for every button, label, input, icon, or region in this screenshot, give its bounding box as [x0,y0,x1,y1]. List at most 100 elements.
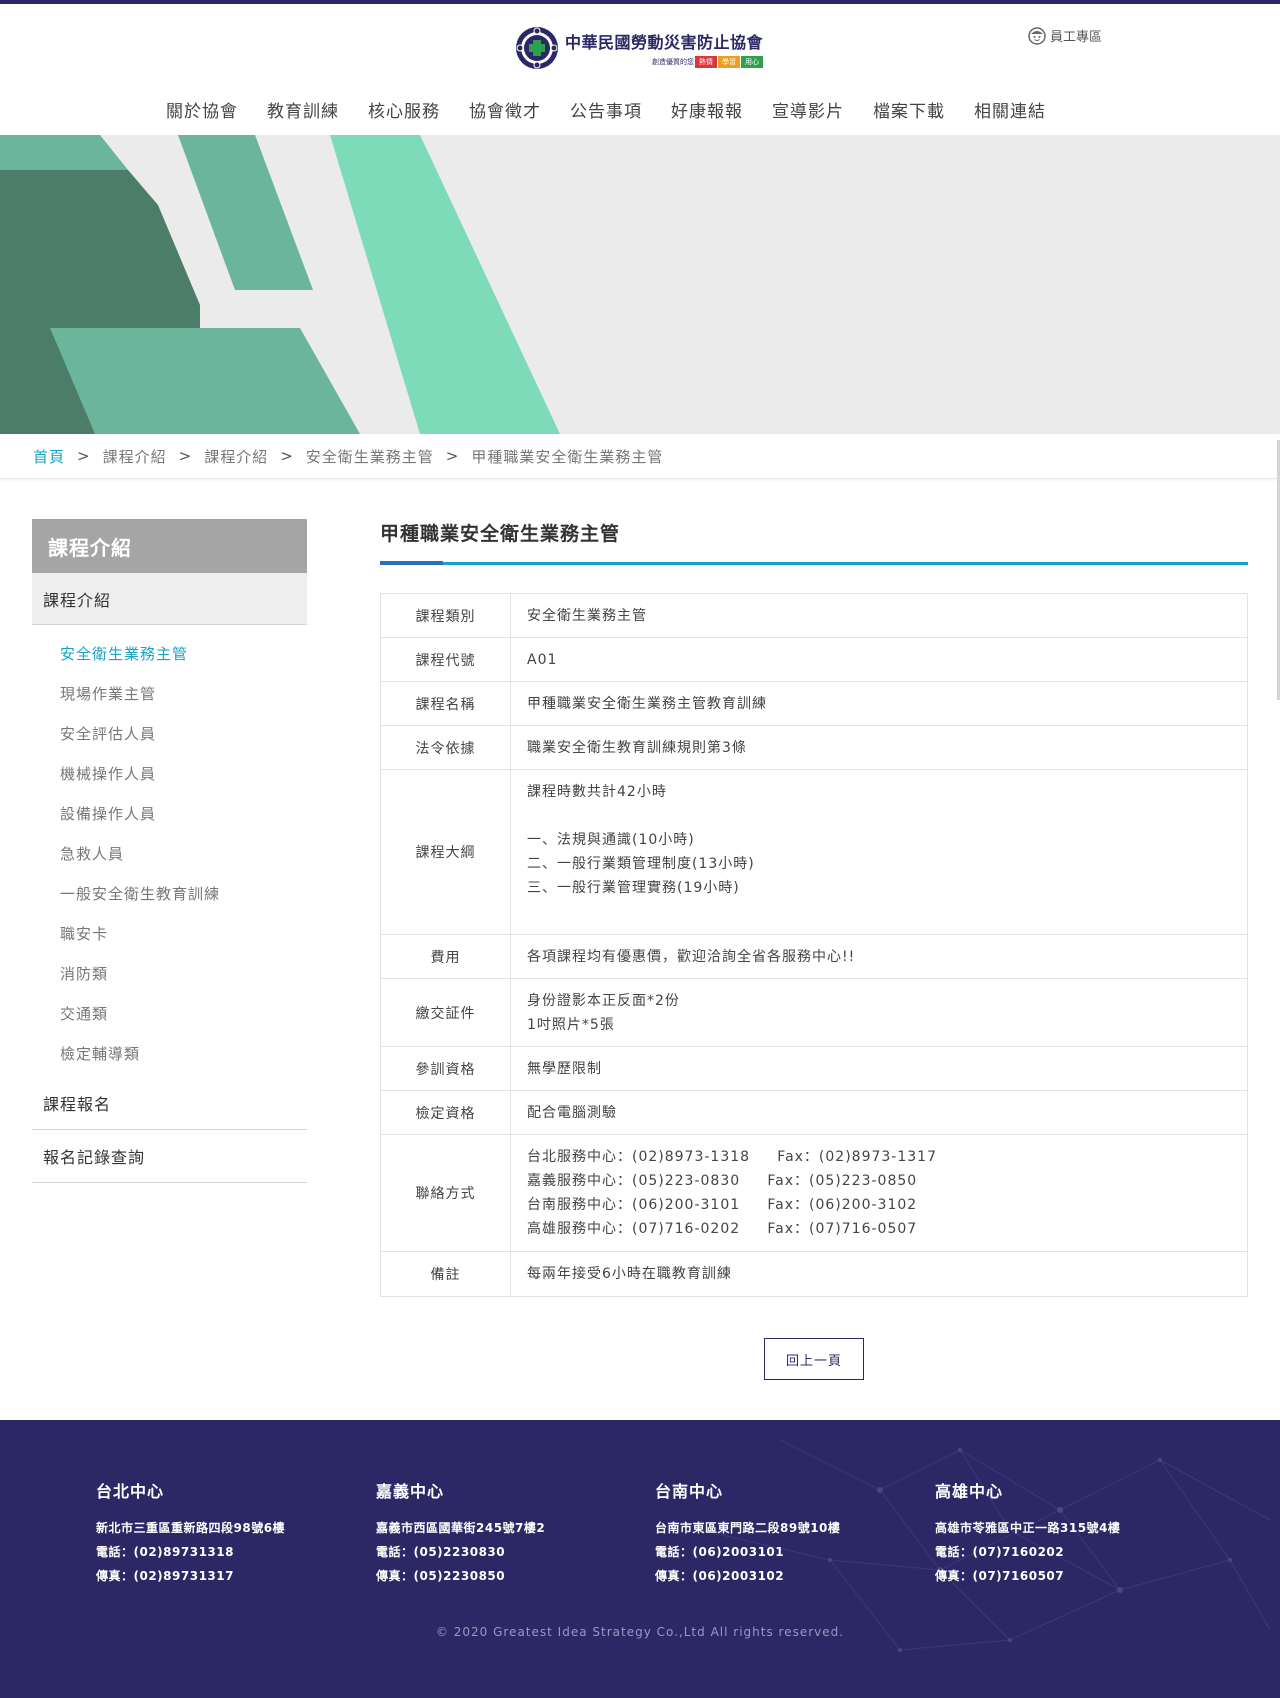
keyword-badge: 熱情 [695,55,718,68]
breadcrumb-current: 甲種職業安全衛生業務主管 [471,447,664,466]
tagline-text: 創造優質的您 [652,57,695,66]
info-value-line: 甲種職業安全衛生業務主管教育訓練 [527,695,767,712]
copyright: © 2020 Greatest Idea Strategy Co.,Ltd Al… [435,1625,845,1639]
sidebar-item-machine-operator[interactable]: 機械操作人員 [32,753,307,793]
sidebar-item-safety-manager[interactable]: 安全衛生業務主管 [32,633,307,673]
info-value-line: 二、一般行業類管理制度(13小時) [527,856,755,872]
center-address: 新北市三重區重新路四段98號6樓 [96,1521,286,1535]
info-row: 聯絡方式 台北服務中心：(02)8973-1318 Fax：(02)8973-13… [381,1135,1247,1252]
breadcrumb-separator: > [445,447,460,465]
breadcrumb: 首頁 > 課程介紹 > 課程介紹 > 安全衛生業務主管 > 甲種職業安全衛生業務… [0,434,1280,479]
site-logo[interactable]: 中華民國勞動災害防止協會 創造優質的您 熱情 學習 用心 [515,24,767,72]
info-row: 參訓資格 無學歷限制 [381,1047,1247,1091]
center-address: 嘉義市西區國華街245號7樓2 [376,1521,546,1535]
info-value-line: 無學歷限制 [527,1060,602,1077]
info-label: 聯絡方式 [381,1135,511,1251]
info-value-line: 1吋照片*5張 [527,1016,615,1033]
breadcrumb-item[interactable]: 課程介紹 [204,446,268,467]
center-fax: 傳真：(02)89731317 [96,1569,234,1583]
sidebar-link-registration[interactable]: 課程報名 [32,1077,307,1130]
nav-item-about[interactable]: 關於協會 [166,97,238,122]
center-phone: 電話：(06)2003101 [655,1545,785,1559]
keyword-badge: 學習 [718,55,741,68]
footer-center-taipei: 台北中心 新北市三重區重新路四段98號6樓 電話：(02)89731318 傳真… [96,1478,285,1588]
info-value-line: 課程時數共計42小時 [527,784,667,800]
sidebar-link-record-query[interactable]: 報名記錄查詢 [32,1130,307,1183]
sidebar-item-safety-assessor[interactable]: 安全評估人員 [32,713,307,753]
center-fax: 傳真：(05)2230850 [376,1569,506,1583]
sidebar-item-safety-card[interactable]: 職安卡 [32,913,307,953]
sidebar-submenu: 安全衛生業務主管 現場作業主管 安全評估人員 機械操作人員 設備操作人員 急救人… [32,625,307,1077]
info-value: 身份證影本正反面*2份 1吋照片*5張 [511,979,1247,1046]
breadcrumb-separator: > [77,447,91,465]
info-row: 費用 各項課程均有優惠價，歡迎洽詢全省各服務中心!! [381,935,1247,979]
info-value-line: 三、一般行業管理實務(19小時) [527,880,740,896]
sidebar-item-site-supervisor[interactable]: 現場作業主管 [32,673,307,713]
main-nav: 關於協會 教育訓練 核心服務 協會徵才 公告事項 好康報報 宣導影片 檔案下載 … [166,97,1075,122]
nav-item-training[interactable]: 教育訓練 [267,97,339,122]
center-name: 台北中心 [96,1482,165,1501]
info-row: 備註 每兩年接受6小時在職教育訓練 [381,1252,1247,1296]
org-name: 中華民國勞動災害防止協會 [565,32,764,52]
sidebar: 課程介紹 課程介紹 安全衛生業務主管 現場作業主管 安全評估人員 機械操作人員 … [32,519,307,1183]
info-label: 法令依據 [381,726,511,769]
sidebar-item-equipment-operator[interactable]: 設備操作人員 [32,793,307,833]
center-fax: 傳真：(06)2003102 [655,1569,785,1583]
nav-item-offers[interactable]: 好康報報 [671,97,743,122]
info-value: 配合電腦測驗 [511,1091,1247,1134]
sidebar-item-fire[interactable]: 消防類 [32,953,307,993]
nav-item-announcements[interactable]: 公告事項 [570,97,642,122]
sidebar-heading: 課程介紹 [32,519,307,573]
back-button[interactable]: 回上一頁 [764,1338,864,1380]
nav-item-careers[interactable]: 協會徵才 [469,97,541,122]
info-row: 法令依據 職業安全衛生教育訓練規則第3條 [381,726,1247,770]
info-value-line [527,804,1231,828]
nav-item-core-services[interactable]: 核心服務 [368,97,440,122]
page-banner [0,135,1280,434]
info-row: 課程代號 A01 [381,638,1247,682]
breadcrumb-item[interactable]: 安全衛生業務主管 [306,446,434,467]
info-value: A01 [511,638,1247,681]
footer-center-tainan: 台南中心 台南市東區東門路二段89號10樓 電話：(06)2003101 傳真：… [655,1478,840,1588]
course-info-table: 課程類別 安全衛生業務主管 課程代號 A01 課程名稱 甲種職業安全衛生業務主管教育訓練法… [380,593,1248,1297]
info-label: 費用 [381,935,511,978]
sidebar-item-certification[interactable]: 檢定輔導類 [32,1033,307,1073]
banner-graphic [0,135,560,434]
staff-area-label: 員工專區 [1050,30,1103,45]
sidebar-category[interactable]: 課程介紹 [32,573,307,625]
center-name: 高雄中心 [935,1482,1004,1501]
footer-center-chiayi: 嘉義中心 嘉義市西區國華街245號7樓2 電話：(05)2230830 傳真：(… [376,1478,545,1588]
info-row: 檢定資格 配合電腦測驗 [381,1091,1247,1135]
info-label: 課程大綱 [381,770,511,934]
nav-item-videos[interactable]: 宣導影片 [772,97,844,122]
sidebar-item-general-training[interactable]: 一般安全衛生教育訓練 [32,873,307,913]
info-value: 課程時數共計42小時 一、法規與通識(10小時) 二、一般行業類管理制度(13小時)… [511,770,1247,934]
breadcrumb-home[interactable]: 首頁 [33,446,65,467]
sidebar-item-first-aid[interactable]: 急救人員 [32,833,307,873]
site-header: 中華民國勞動災害防止協會 創造優質的您 熱情 學習 用心 員工專區 關於協會 教… [0,4,1280,135]
org-tagline: 創造優質的您 熱情 學習 用心 [565,55,764,68]
info-value-line: 配合電腦測驗 [527,1104,617,1121]
info-value: 每兩年接受6小時在職教育訓練 [511,1252,1247,1296]
info-row: 繳交証件 身份證影本正反面*2份 1吋照片*5張 [381,979,1247,1047]
info-label: 課程類別 [381,594,511,637]
info-value-line: 嘉義服務中心：(05)223-0830 Fax：(05)223-0850 [527,1173,918,1189]
info-row: 課程類別 安全衛生業務主管 [381,594,1247,638]
info-label: 備註 [381,1252,511,1296]
info-value: 甲種職業安全衛生業務主管教育訓練 [511,682,1247,725]
sidebar-item-traffic[interactable]: 交通類 [32,993,307,1033]
nav-item-downloads[interactable]: 檔案下載 [873,97,945,122]
info-value: 各項課程均有優惠價，歡迎洽詢全省各服務中心!! [511,935,1247,978]
breadcrumb-separator: > [178,447,193,465]
info-value-line: 安全衛生業務主管 [527,607,647,624]
info-label: 課程名稱 [381,682,511,725]
staff-area-link[interactable]: 員工專區 [1028,26,1102,45]
nav-item-links[interactable]: 相關連結 [974,97,1046,122]
title-underline [380,561,1248,565]
breadcrumb-item[interactable]: 課程介紹 [103,446,167,467]
info-value: 安全衛生業務主管 [511,594,1247,637]
info-value-line: 台南服務中心：(06)200-3101 Fax：(06)200-3102 [527,1197,918,1213]
center-phone: 電話：(02)89731318 [96,1545,234,1559]
site-footer: 台北中心 新北市三重區重新路四段98號6樓 電話：(02)89731318 傳真… [0,1420,1280,1698]
info-value-line: 台北服務中心：(02)8973-1318 Fax：(02)8973-1317 [527,1149,937,1165]
